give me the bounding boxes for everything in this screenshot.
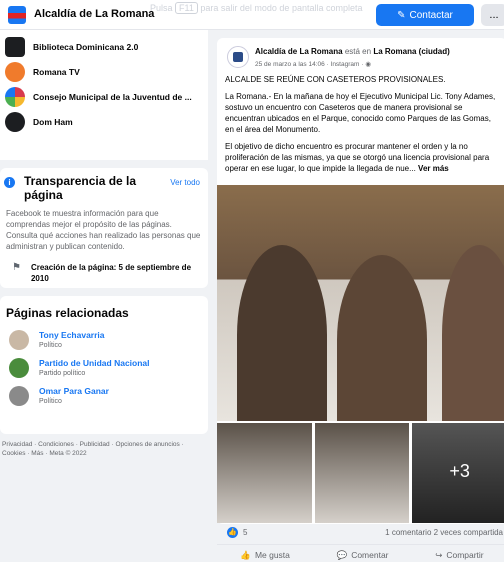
post-body: ALCALDE SE REÚNE CON CASETEROS PROVISION… <box>217 72 504 182</box>
transparency-title: Transparencia de la página <box>24 174 137 202</box>
liked-page-item[interactable]: Biblioteca Dominicana 2.0 <box>0 34 208 59</box>
avatar <box>9 358 29 378</box>
post-card: Alcaldía de La Romana está en La Romana … <box>217 38 504 560</box>
flag-icon: ⚑ <box>12 262 21 273</box>
post-headline: ALCALDE SE REÚNE CON CASETEROS PROVISION… <box>225 75 446 84</box>
photo-thumbnails: +3 <box>217 423 504 523</box>
photo-person <box>337 255 427 421</box>
avatar <box>5 61 25 82</box>
info-icon: i <box>4 177 15 188</box>
messenger-icon: ✎ <box>397 9 406 21</box>
post-stats: 👍 5 1 comentario 2 veces compartida <box>217 524 504 542</box>
related-page-item[interactable]: Omar Para Ganar Político <box>6 386 202 406</box>
left-column: Biblioteca Dominicana 2.0 Romana TV Cons… <box>0 30 208 464</box>
share-button[interactable]: ↪ Compartir <box>435 548 483 562</box>
avatar <box>5 86 25 107</box>
avatar <box>5 36 25 57</box>
post-photo-thumb[interactable]: +3 <box>412 423 504 523</box>
like-reaction-icon: 👍 <box>227 527 238 538</box>
post-header: Alcaldía de La Romana está en La Romana … <box>217 38 504 72</box>
comments-shares-count[interactable]: 1 comentario 2 veces compartida <box>385 528 503 537</box>
thumbs-up-icon: 👍 <box>240 549 251 560</box>
page-title: Alcaldía de La Romana <box>34 8 155 20</box>
page-header: Alcaldía de La Romana Pulsa F11 para sal… <box>0 0 504 30</box>
post-actions: 👍 Me gusta 💬 Comentar ↪ Compartir <box>217 544 504 562</box>
post-photo-thumb[interactable] <box>217 423 312 523</box>
like-button[interactable]: 👍 Me gusta <box>240 548 290 562</box>
fullscreen-hint: Pulsa F11 para salir del modo de pantall… <box>150 2 363 14</box>
avatar <box>5 111 25 132</box>
footer-links[interactable]: Privacidad · Condiciones · Publicidad · … <box>0 434 208 464</box>
more-photos-count: +3 <box>449 461 470 481</box>
related-pages-card: Páginas relacionadas Tony Echavarria Pol… <box>0 296 208 434</box>
post-photo-thumb[interactable] <box>314 423 410 523</box>
comment-icon: 💬 <box>336 549 348 560</box>
more-options-button[interactable]: ... <box>481 4 504 26</box>
f11-key: F11 <box>175 2 198 14</box>
see-more-link[interactable]: Ver más <box>418 164 449 173</box>
post-author-line: Alcaldía de La Romana está en La Romana … <box>255 47 450 56</box>
avatar <box>9 386 29 406</box>
post-timestamp[interactable]: 25 de marzo a las 14:06 · Instagram · ◉ <box>255 60 371 68</box>
post-paragraph: El objetivo de dicho encuentro es procur… <box>225 142 490 173</box>
liked-pages-list: Biblioteca Dominicana 2.0 Romana TV Cons… <box>0 30 208 160</box>
transparency-description: Facebook te muestra información para que… <box>6 209 201 251</box>
post-location[interactable]: La Romana (ciudad) <box>373 47 449 56</box>
photo-person <box>442 245 504 421</box>
creation-info: ⚑ Creación de la página: 5 de septiembre… <box>12 262 192 283</box>
avatar[interactable] <box>227 46 249 68</box>
related-page-item[interactable]: Partido de Unidad Nacional Partido polít… <box>6 358 202 378</box>
liked-page-item[interactable]: Dom Ham <box>0 109 208 134</box>
avatar <box>9 330 29 350</box>
see-all-link[interactable]: Ver todo <box>170 178 200 187</box>
liked-page-item[interactable]: Consejo Municipal de la Juventud de ... <box>0 84 208 109</box>
page-logo <box>8 6 26 24</box>
related-pages-title: Páginas relacionadas <box>6 306 129 320</box>
post-paragraph: La Romana.- En la mañana de hoy el Ejecu… <box>225 92 496 134</box>
contact-button[interactable]: ✎ Contactar <box>376 4 474 26</box>
related-page-item[interactable]: Tony Echavarria Político <box>6 330 202 350</box>
comment-button[interactable]: 💬 Comentar <box>337 548 389 562</box>
photo-person <box>237 245 327 421</box>
transparency-card: i Transparencia de la página Ver todo Fa… <box>0 168 208 288</box>
like-count[interactable]: 5 <box>243 528 247 537</box>
post-author[interactable]: Alcaldía de La Romana <box>255 47 343 56</box>
globe-icon: ◉ <box>365 61 371 68</box>
share-icon: ↪ <box>435 549 443 560</box>
post-photo[interactable] <box>217 185 504 421</box>
liked-page-item[interactable]: Romana TV <box>0 59 208 84</box>
